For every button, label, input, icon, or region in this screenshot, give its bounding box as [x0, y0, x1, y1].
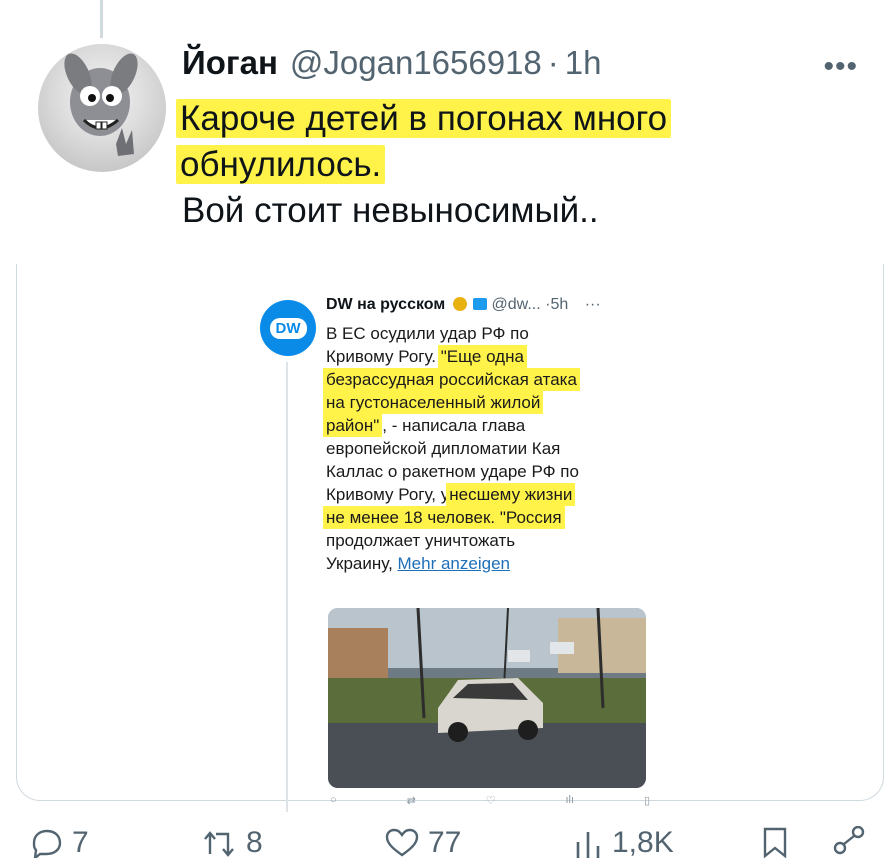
quote-text-line: Украину, Mehr anzeigen: [326, 554, 510, 573]
reply-count: 7: [72, 826, 89, 859]
quote-repost-icon: ⇄: [406, 795, 416, 806]
quote-text-line: Кривому Рогу, унесшему жизни: [326, 483, 656, 506]
quote-text-line: Кривому Рогу. "Еще одна: [326, 345, 656, 368]
avatar[interactable]: [38, 44, 166, 172]
quote-text-line: район", - написала глава: [323, 414, 656, 437]
tweet-text-line: Вой стоит невыносимый..: [182, 191, 599, 230]
quote-more-icon: ···: [584, 296, 601, 313]
heart-icon: [385, 828, 419, 857]
quote-text-line: В ЕС осудили удар РФ по: [326, 324, 529, 343]
views-icon: [576, 832, 600, 858]
reply-icon: [32, 829, 62, 858]
tweet-text-line: Кароче детей в погонах много: [176, 98, 842, 140]
quote-thread-line: [286, 362, 288, 812]
quote-text-line: европейской дипломатии Кая: [326, 439, 561, 458]
quote-text-line: Каллас о ракетном ударе РФ по: [326, 462, 579, 481]
quote-time: 5h: [550, 296, 569, 313]
repost-button[interactable]: 8: [202, 826, 263, 860]
quote-text-line: продолжает уничтожать: [326, 531, 516, 550]
quote-header: DW на русском @dw... ·5h ···: [326, 296, 601, 313]
quote-bookmark-icon: ▯: [643, 795, 650, 806]
tweet-text-line: обнулилось.: [176, 144, 842, 186]
views-count: 1,8K: [612, 826, 674, 859]
reply-button[interactable]: 7: [30, 826, 89, 860]
tweet-action-bar: 7 8 77 1,8K: [0, 826, 884, 866]
share-icon: [833, 826, 865, 855]
quote-action-bar: ○ ⇄ ♡ ılı ▯: [330, 794, 650, 806]
author-name[interactable]: Йоган: [182, 44, 278, 82]
quote-text-line: на густонаселенный жилой: [323, 391, 656, 414]
repost-icon: [204, 831, 234, 857]
quoted-tweet-screenshot[interactable]: DW DW на русском @dw... ·5h ··· В ЕС осу…: [256, 290, 676, 812]
quote-reply-icon: ○: [330, 794, 337, 806]
quote-text-line: безрассудная российская атака: [323, 368, 656, 391]
show-more-link[interactable]: Mehr anzeigen: [398, 554, 510, 573]
quote-author-name: DW на русском: [326, 296, 446, 313]
affiliate-badge-icon: [473, 298, 488, 310]
quote-text: В ЕС осудили удар РФ по Кривому Рогу. "Е…: [323, 322, 656, 575]
verified-badge-icon: [452, 297, 467, 311]
author-handle[interactable]: @Jogan1656918: [290, 44, 542, 82]
quote-views-icon: ılı: [565, 794, 575, 806]
bookmark-button[interactable]: [760, 826, 798, 858]
dw-logo-icon: DW: [260, 300, 316, 356]
avatar-image: [64, 53, 138, 156]
quote-text-line: не менее 18 человек. "Россия: [323, 506, 656, 529]
quote-photo[interactable]: [328, 608, 646, 788]
tweet-text: Кароче детей в погонах много обнулилось.…: [176, 98, 842, 232]
tweet-time[interactable]: 1h: [565, 44, 602, 82]
separator-dot: ·: [547, 44, 559, 81]
like-button[interactable]: 77: [384, 826, 461, 860]
quote-like-icon: ♡: [485, 795, 496, 806]
more-options-icon[interactable]: •••: [823, 50, 858, 84]
share-button[interactable]: [832, 826, 874, 858]
thread-connector-line: [100, 0, 103, 38]
tweet-header: Йоган @Jogan1656918 · 1h: [182, 44, 602, 84]
views-button[interactable]: 1,8K: [572, 826, 674, 860]
bookmark-icon: [763, 827, 787, 858]
burned-car-photo: [328, 608, 646, 788]
repost-count: 8: [246, 826, 263, 859]
quote-handle: @dw...: [491, 296, 541, 313]
like-count: 77: [428, 826, 462, 859]
